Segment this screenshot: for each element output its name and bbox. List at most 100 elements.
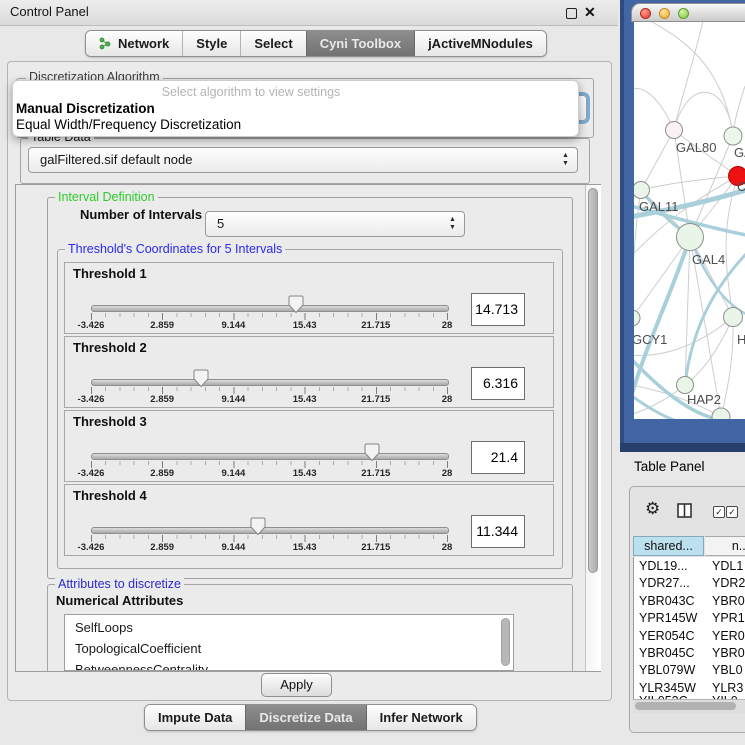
table-row[interactable]: YDL19... YDL1 — [633, 558, 745, 576]
table-cell[interactable]: YPR1 — [712, 610, 745, 627]
node-label-gal4: GAL4 — [692, 252, 725, 267]
node-label-gal11: GAL11 — [639, 199, 679, 214]
threshold-1-slider-handle[interactable] — [288, 295, 304, 314]
threshold-3-panel: Threshold 3 -3.426 2.859 9.144 15.43 21.… — [64, 410, 554, 482]
table-cell[interactable]: YDR27... — [639, 575, 690, 592]
tab-style-label: Style — [196, 31, 227, 56]
tab-impute-data[interactable]: Impute Data — [145, 705, 245, 730]
tick-label: 2.859 — [150, 320, 174, 331]
scrollbar-thumb[interactable] — [588, 188, 598, 573]
table-cell[interactable]: YBL079W — [639, 662, 695, 679]
minimize-button[interactable] — [659, 8, 670, 19]
table-row[interactable]: YBL079W YBL0 — [633, 662, 745, 680]
number-of-intervals-label: Number of Intervals — [80, 207, 202, 222]
scrollbar-thumb[interactable] — [635, 702, 736, 710]
network-node-gcy1[interactable] — [634, 310, 640, 326]
list-item[interactable]: TopologicalCoefficient — [65, 638, 513, 659]
table-data-combobox[interactable]: galFiltered.sif default node ▲ ▼ — [28, 147, 578, 173]
table-cell[interactable]: YDL1 — [712, 558, 743, 575]
tick-label: 28 — [442, 394, 453, 405]
attributes-list-scrollbar[interactable] — [501, 618, 510, 666]
column-header-name[interactable]: n... — [705, 536, 745, 556]
network-node-hap2[interactable] — [677, 377, 694, 394]
apply-button[interactable]: Apply — [261, 673, 332, 697]
network-node-gal11[interactable] — [634, 182, 650, 199]
tab-discretize-data[interactable]: Discretize Data — [245, 705, 365, 730]
tab-cyni-toolbox[interactable]: Cyni Toolbox — [306, 31, 414, 56]
table-cell[interactable]: YBR043C — [639, 593, 695, 610]
threshold-1-slider-track[interactable] — [91, 305, 449, 312]
threshold-4-slider-track[interactable] — [91, 527, 449, 534]
table-cell[interactable]: YDR2 — [712, 575, 745, 592]
list-item[interactable]: BetweennessCentrality — [65, 659, 513, 671]
table-cell[interactable]: YER054C — [639, 628, 695, 645]
table-cell[interactable]: YBR0 — [712, 645, 745, 662]
dropdown-option-manual[interactable]: Manual Discretization — [16, 101, 155, 116]
tab-jactivemnodules[interactable]: jActiveMNodules — [414, 31, 546, 56]
column-layout-icon[interactable] — [677, 503, 692, 523]
network-node-gal4[interactable] — [677, 224, 704, 251]
interval-definition-title: Interval Definition — [55, 190, 158, 204]
threshold-2-slider-handle[interactable] — [193, 369, 209, 388]
tab-impute-data-label: Impute Data — [158, 705, 232, 730]
table-row[interactable]: YER054C YER0 — [633, 628, 745, 646]
network-window-titlebar[interactable] — [631, 3, 745, 22]
window-frame-edge — [620, 0, 624, 452]
table-cell[interactable]: YPR145W — [639, 610, 697, 627]
tab-style[interactable]: Style — [182, 31, 240, 56]
threshold-2-slider-track[interactable] — [91, 379, 449, 386]
number-of-intervals-value: 5 — [217, 212, 224, 236]
network-node-ga[interactable] — [724, 127, 742, 145]
table-row[interactable]: YBR045C YBR0 — [633, 645, 745, 663]
table-cell[interactable]: YDL19... — [639, 558, 688, 575]
threshold-2-panel: Threshold 2 -3.426 2.859 9.144 15.43 21.… — [64, 336, 554, 408]
table-cell[interactable]: YBR0 — [712, 593, 745, 610]
zoom-button[interactable] — [678, 8, 689, 19]
list-item[interactable]: SelfLoops — [65, 615, 513, 638]
threshold-4-value-field[interactable]: 11.344 — [471, 515, 525, 548]
spinner-icon: ▲ ▼ — [447, 216, 458, 232]
dropdown-option-equal-width[interactable]: Equal Width/Frequency Discretization — [16, 117, 241, 132]
network-node-h[interactable] — [724, 308, 743, 327]
table-row[interactable]: YBR043C YBR0 — [633, 593, 745, 611]
threshold-3-slider-track[interactable] — [91, 453, 449, 460]
network-node-partial[interactable] — [712, 408, 730, 419]
threshold-2-label: Threshold 2 — [73, 340, 147, 355]
table-horizontal-scrollbar[interactable] — [633, 699, 745, 713]
network-view-canvas[interactable]: GAL80 GA GAL11 C GAL4 GCY1 H HAP2 — [634, 22, 745, 419]
table-cell[interactable]: YBL0 — [712, 662, 743, 679]
control-panel-titlebar: Control Panel ✕ — [0, 0, 618, 26]
tab-select[interactable]: Select — [240, 31, 305, 56]
table-panel-title: Table Panel — [634, 459, 705, 474]
table-cell[interactable]: YER0 — [712, 628, 745, 645]
gear-icon[interactable]: ⚙ — [645, 499, 660, 519]
float-window-icon[interactable] — [566, 8, 577, 19]
threshold-3-slider-handle[interactable] — [364, 443, 380, 462]
close-button[interactable] — [640, 8, 651, 19]
node-label-gal80: GAL80 — [676, 140, 716, 155]
table-row[interactable]: YPR145W YPR1 — [633, 610, 745, 628]
close-icon[interactable]: ✕ — [584, 4, 596, 21]
threshold-2-value-field[interactable]: 6.316 — [471, 367, 525, 400]
tab-select-label: Select — [254, 31, 292, 56]
threshold-3-value-field[interactable]: 21.4 — [471, 441, 525, 474]
threshold-4-slider-handle[interactable] — [250, 517, 266, 536]
tab-infer-network-label: Infer Network — [380, 705, 463, 730]
column-header-shared-name[interactable]: shared... — [633, 536, 704, 556]
tab-network-label: Network — [118, 31, 169, 56]
tick-label: -3.426 — [78, 394, 105, 405]
tab-infer-network[interactable]: Infer Network — [366, 705, 476, 730]
number-of-intervals-combobox[interactable]: 5 ▲ ▼ — [205, 211, 465, 237]
threshold-1-value-field[interactable]: 14.713 — [471, 293, 525, 326]
table-row[interactable]: YDR27... YDR2 — [633, 575, 745, 593]
table-cell[interactable]: YBR045C — [639, 645, 695, 662]
algorithm-dropdown-popup: Select algorithm to view settings Manual… — [12, 80, 579, 137]
network-node-gal80[interactable] — [666, 122, 683, 139]
node-label-ga: GA — [734, 145, 745, 160]
settings-vertical-scrollbar[interactable] — [585, 185, 601, 671]
tab-network[interactable]: Network — [86, 31, 182, 56]
slider-tick-labels: -3.426 2.859 9.144 15.43 21.715 28 — [91, 320, 447, 332]
tick-label: 21.715 — [361, 320, 390, 331]
checkbox-icon[interactable]: ✓ — [726, 506, 738, 518]
checkbox-icon[interactable]: ✓ — [713, 506, 725, 518]
